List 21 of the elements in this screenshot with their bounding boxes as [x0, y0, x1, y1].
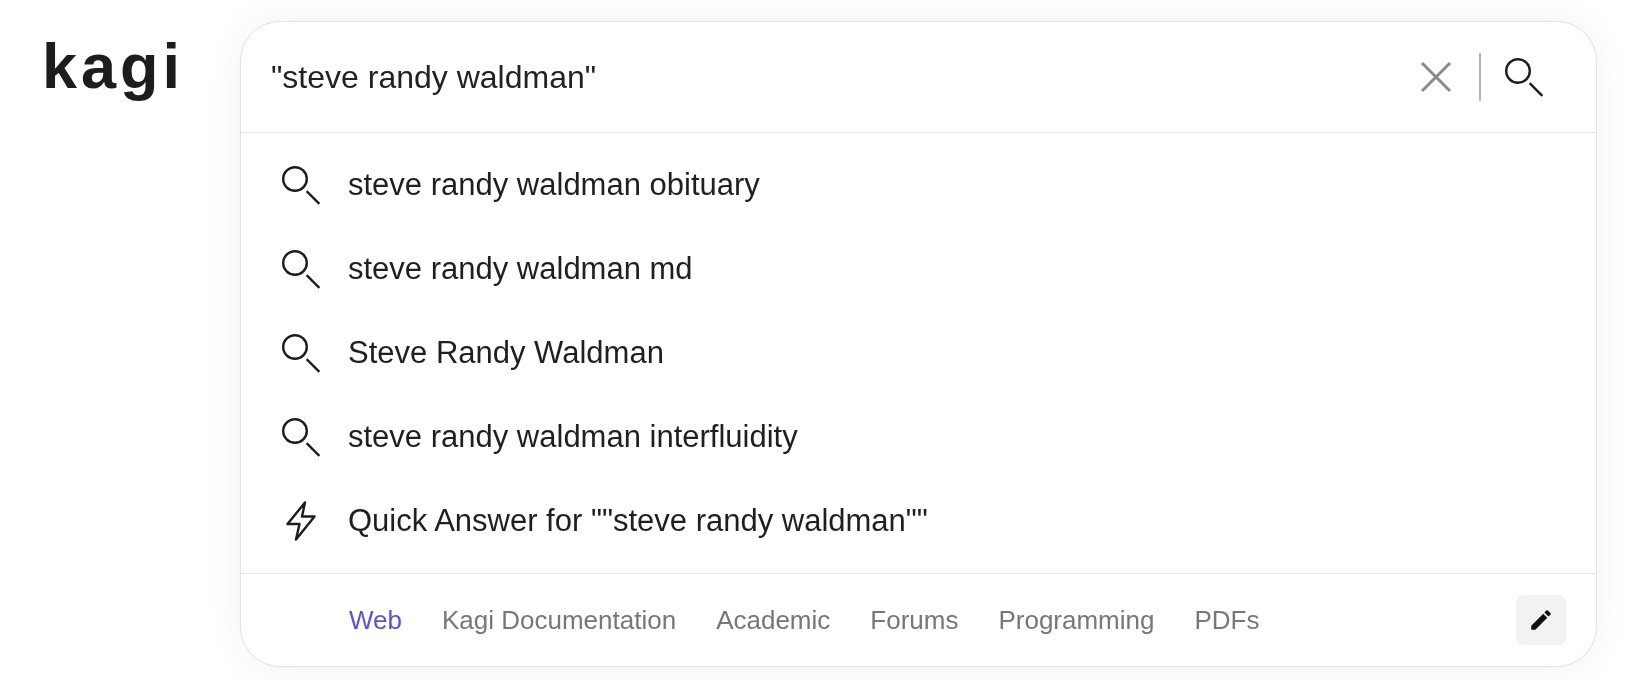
edit-button[interactable]: [1516, 595, 1566, 645]
lens-tab[interactable]: Web: [349, 604, 402, 636]
pencil-icon: [1528, 607, 1554, 633]
search-icon: [281, 165, 321, 205]
search-field[interactable]: "steve randy waldman": [271, 47, 1400, 107]
suggestion-item[interactable]: steve randy waldman md: [348, 251, 693, 287]
lens-tab[interactable]: Kagi Documentation: [442, 604, 677, 636]
search-icon: [281, 249, 321, 289]
lens-tab[interactable]: Academic: [716, 604, 831, 636]
search-icon: [1504, 57, 1544, 97]
suggestion-item[interactable]: Quick Answer for ""steve randy waldman"": [348, 503, 928, 539]
lens-tab[interactable]: Forums: [870, 604, 959, 636]
lens-tab[interactable]: Programming: [998, 604, 1155, 636]
suggestion-item[interactable]: steve randy waldman obituary: [348, 167, 760, 203]
search-icon: [281, 417, 321, 457]
search-icon: [281, 333, 321, 373]
lens-tab[interactable]: PDFs: [1194, 604, 1260, 636]
suggestion-item[interactable]: Steve Randy Waldman: [348, 335, 664, 371]
search-button[interactable]: [1504, 57, 1544, 97]
lightning-icon: [285, 501, 317, 541]
suggestion-item[interactable]: steve randy waldman interfluidity: [348, 419, 798, 455]
